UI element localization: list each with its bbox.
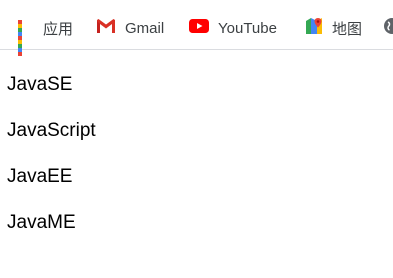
- bookmark-maps-label: 地图: [332, 20, 363, 38]
- bookmark-more[interactable]: [383, 15, 393, 41]
- bookmark-youtube-label: YouTube: [218, 19, 277, 37]
- bookmark-gmail[interactable]: Gmail: [96, 15, 164, 41]
- list-item: JavaME: [7, 212, 76, 233]
- youtube-icon: [189, 19, 209, 37]
- apps-grid-icon: [18, 20, 34, 56]
- globe-icon: [383, 17, 393, 39]
- list-item: JavaScript: [7, 120, 96, 141]
- list-item: JavaSE: [7, 74, 73, 95]
- maps-icon: [305, 17, 323, 39]
- bookmark-apps-label: 应用: [43, 20, 74, 38]
- bookmarks-bar: 应用 Gmail YouTube 地图: [0, 0, 393, 56]
- bookmark-youtube[interactable]: YouTube: [189, 15, 277, 41]
- list-item: JavaEE: [7, 166, 73, 187]
- gmail-icon: [96, 18, 116, 38]
- bookmark-apps[interactable]: 应用: [18, 15, 74, 56]
- bookmark-maps[interactable]: 地图: [305, 15, 362, 41]
- bookmark-gmail-label: Gmail: [125, 19, 165, 37]
